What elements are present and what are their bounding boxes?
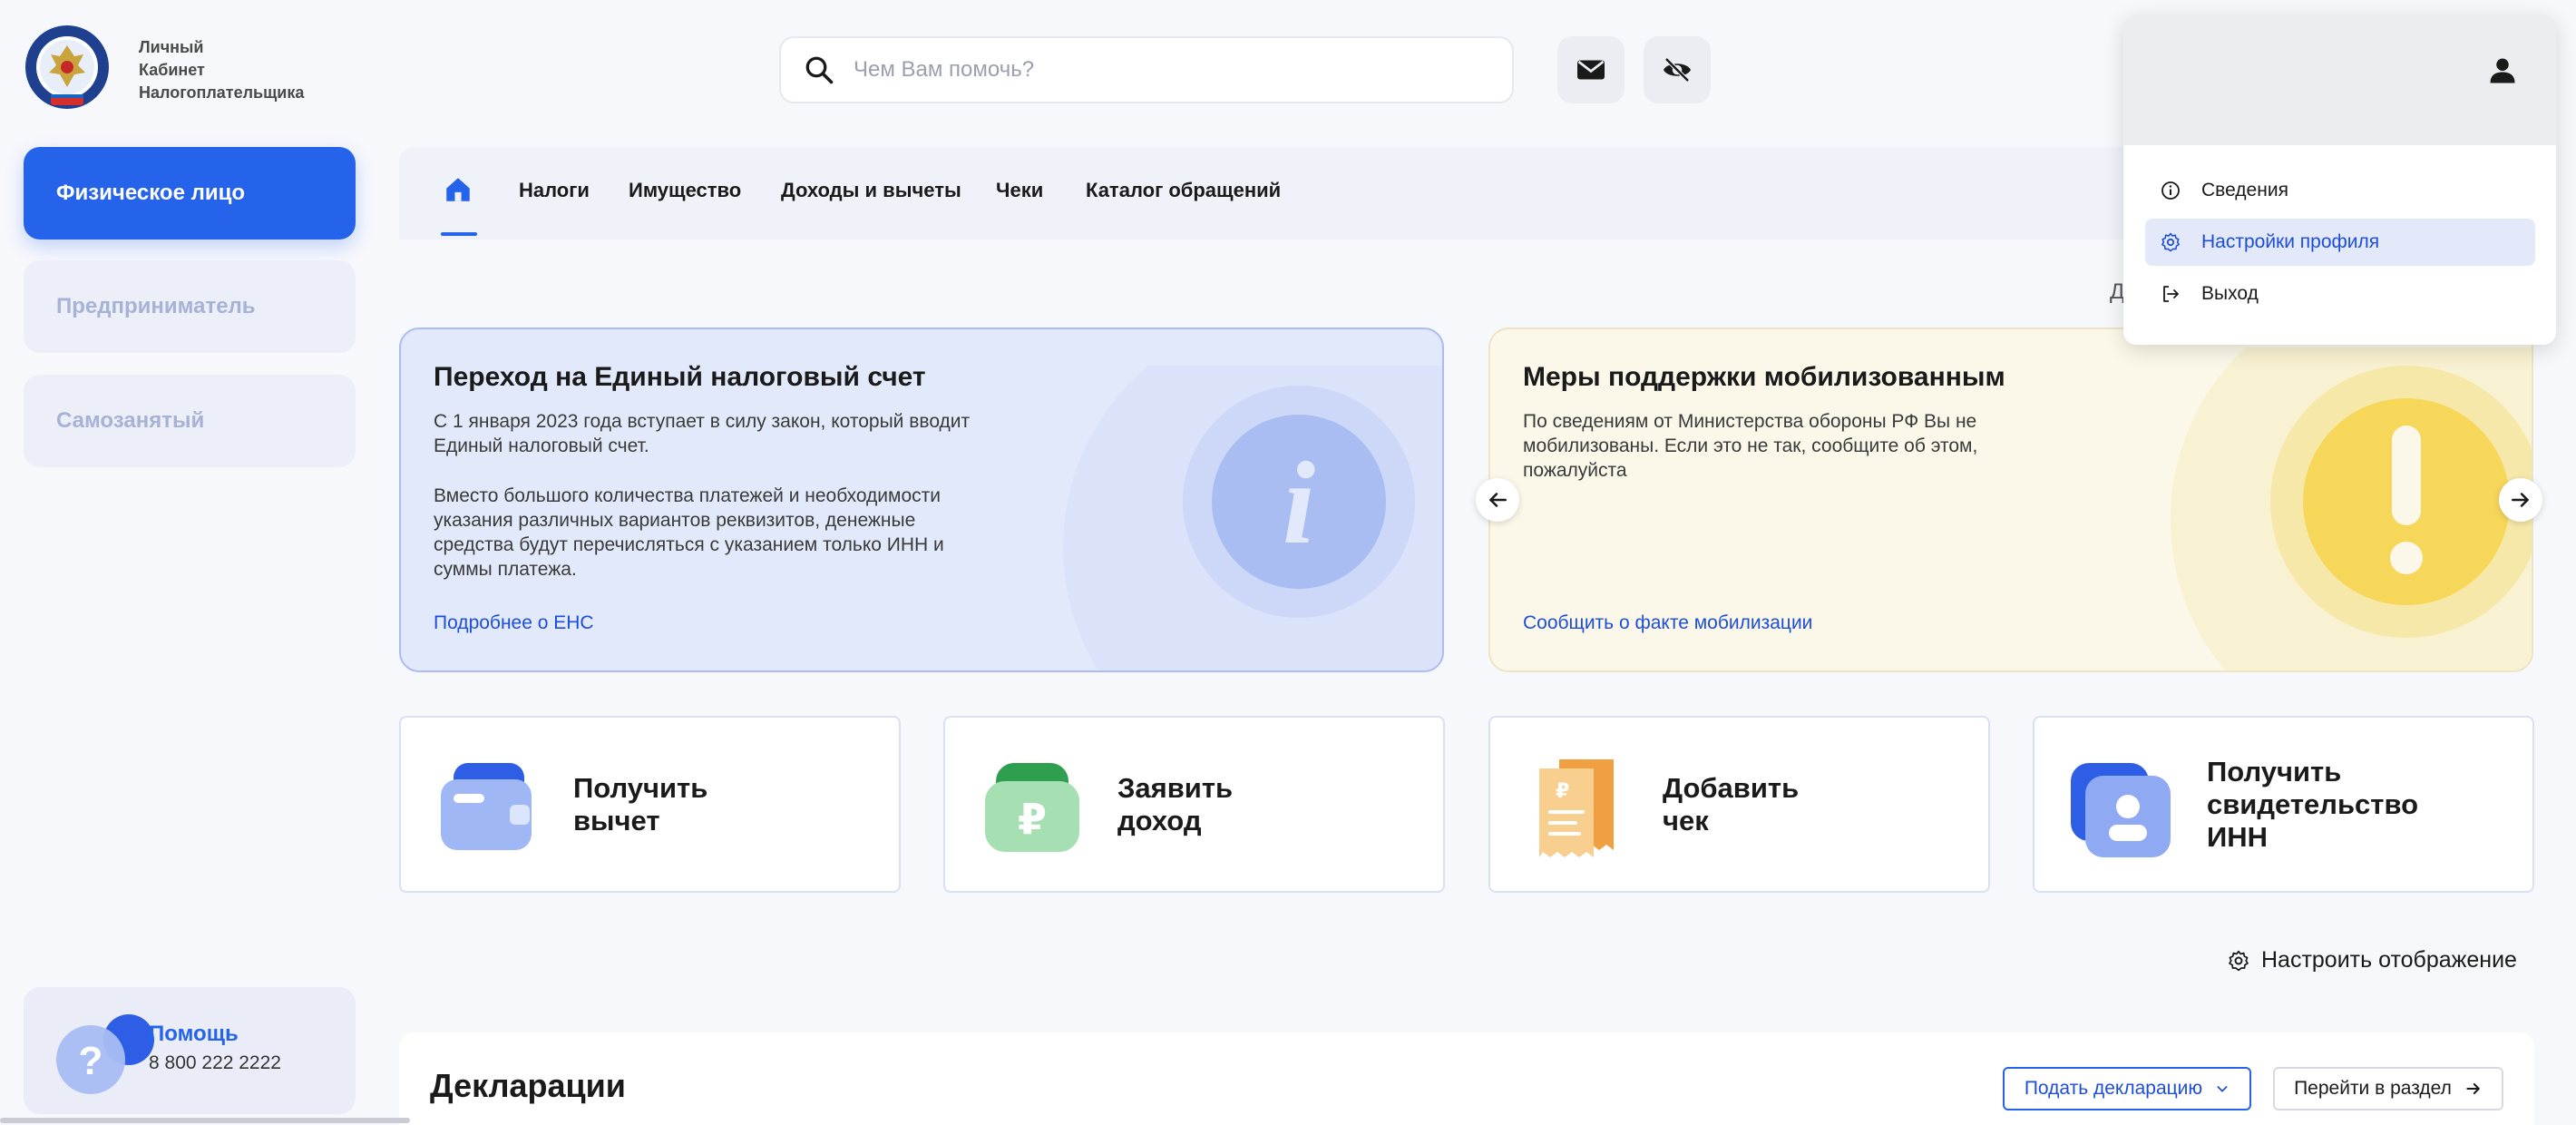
- banner-title: Переход на Единый налоговый счет: [434, 362, 926, 392]
- declarations-section: Декларации Подать декларацию Перейти в р…: [399, 1032, 2534, 1125]
- tab-property[interactable]: Имущество: [629, 179, 741, 202]
- info-icon: [2161, 181, 2180, 200]
- svg-text:i: i: [1283, 438, 1315, 569]
- logo-title: Личный Кабинет Налогоплательщика: [139, 38, 305, 102]
- mobilization-banner: Меры поддержки мобилизованным По сведени…: [1488, 328, 2533, 672]
- home-icon[interactable]: [443, 174, 473, 205]
- menu-item-label: Настройки профиля: [2201, 231, 2380, 252]
- button-label: Перейти в раздел: [2294, 1078, 2452, 1099]
- menu-item-label: Выход: [2201, 283, 2259, 304]
- horizontal-scrollbar[interactable]: [0, 1118, 410, 1123]
- user-card-icon: [2071, 763, 2171, 857]
- ens-more-link[interactable]: Подробнее о ЕНС: [434, 612, 594, 634]
- sidebar-item-label: Предприниматель: [56, 294, 256, 318]
- arrow-left-icon: [1489, 493, 1507, 507]
- active-tab-indicator: [441, 232, 477, 236]
- envelope-icon: [1577, 60, 1605, 80]
- banner-text: С 1 января 2023 года вступает в силу зак…: [434, 411, 971, 456]
- card-label: Получить свидетельство ИНН: [2207, 756, 2419, 853]
- sidebar-item-individual[interactable]: Физическое лицо: [24, 147, 356, 240]
- submit-declaration-button[interactable]: Подать декларацию: [2003, 1067, 2251, 1110]
- profile-dropdown-menu: Сведения Настройки профиля Выход: [2123, 15, 2556, 345]
- section-title: Декларации: [430, 1067, 626, 1104]
- svg-text:₽: ₽: [1018, 795, 1047, 844]
- menu-item-profile-settings[interactable]: Настройки профиля: [2145, 219, 2535, 266]
- configure-display-label: Настроить отображение: [2261, 947, 2517, 973]
- user-icon[interactable]: [2486, 54, 2519, 87]
- button-label: Подать декларацию: [2024, 1078, 2203, 1099]
- configure-display-button[interactable]: Настроить отображение: [2227, 947, 2517, 973]
- sidebar-item-entrepreneur[interactable]: Предприниматель: [24, 260, 356, 353]
- add-receipt-card[interactable]: ₽ Добавить чек: [1488, 716, 1990, 893]
- search-icon: [805, 56, 834, 84]
- question-icon: ?: [56, 1014, 154, 1094]
- sidebar-item-label: Физическое лицо: [56, 181, 246, 205]
- ruble-icon: ₽: [985, 763, 1079, 852]
- svg-text:₽: ₽: [1556, 780, 1569, 803]
- fns-emblem-logo[interactable]: [24, 24, 111, 111]
- get-inn-certificate-card[interactable]: Получить свидетельство ИНН: [2033, 716, 2534, 893]
- eye-off-icon: [1664, 57, 1691, 83]
- profile-menu-header: [2123, 15, 2556, 145]
- report-mobilization-link[interactable]: Сообщить о факте мобилизации: [1523, 612, 1812, 634]
- sidebar-item-label: Самозанятый: [56, 408, 205, 433]
- help-widget[interactable]: ? Помощь 8 800 222 2222: [24, 987, 356, 1114]
- card-label: Получить вычет: [573, 772, 708, 836]
- card-label: Добавить чек: [1663, 772, 1800, 836]
- carousel-prev-button[interactable]: [1476, 478, 1519, 522]
- menu-item-info[interactable]: Сведения: [2145, 167, 2535, 214]
- carousel-next-button[interactable]: [2499, 478, 2542, 522]
- receipt-icon: ₽: [1539, 759, 1614, 857]
- sidebar-item-self-employed[interactable]: Самозанятый: [24, 375, 356, 467]
- logout-icon: [2163, 286, 2179, 302]
- help-phone[interactable]: 8 800 222 2222: [149, 1052, 281, 1074]
- tab-taxes[interactable]: Налоги: [519, 179, 590, 202]
- menu-item-label: Сведения: [2201, 180, 2288, 201]
- tab-receipts[interactable]: Чеки: [996, 179, 1043, 202]
- menu-item-logout[interactable]: Выход: [2145, 270, 2535, 318]
- truncated-link[interactable]: Д: [2110, 279, 2124, 305]
- help-title: Помощь: [149, 1022, 239, 1046]
- svg-text:?: ?: [79, 1039, 103, 1083]
- search-input[interactable]: [854, 57, 1488, 83]
- ens-banner: i Переход на Единый налоговый счет С 1 я…: [399, 328, 1444, 672]
- visually-impaired-button[interactable]: [1644, 36, 1711, 103]
- get-deduction-card[interactable]: Получить вычет: [399, 716, 901, 893]
- arrow-right-icon: [2512, 493, 2529, 507]
- banner-text: Вместо большого количества платежей и не…: [434, 485, 944, 580]
- banner-title: Меры поддержки мобилизованным: [1523, 362, 2005, 392]
- declare-income-card[interactable]: ₽ Заявить доход: [943, 716, 1445, 893]
- gear-icon: [2229, 950, 2249, 971]
- warning-icon: [2171, 347, 2532, 670]
- arrow-right-icon: [2466, 1083, 2480, 1094]
- go-to-section-button[interactable]: Перейти в раздел: [2273, 1067, 2503, 1110]
- gear-icon: [2161, 232, 2180, 252]
- info-icon: i: [1063, 366, 1442, 670]
- search-box[interactable]: [779, 36, 1514, 103]
- messages-button[interactable]: [1557, 36, 1625, 103]
- tab-income-deductions[interactable]: Доходы и вычеты: [781, 179, 961, 202]
- chevron-down-icon: [2217, 1086, 2228, 1092]
- banner-text: По сведениям от Министерства обороны РФ …: [1523, 411, 1978, 481]
- tab-requests-catalog[interactable]: Каталог обращений: [1086, 179, 1281, 202]
- wallet-icon: [441, 763, 532, 850]
- card-label: Заявить доход: [1117, 772, 1234, 836]
